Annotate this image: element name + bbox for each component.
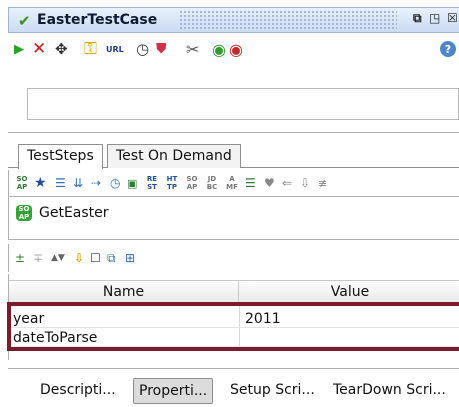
maximize-icon[interactable]: ◳ bbox=[429, 11, 440, 25]
tab-test-on-demand[interactable]: Test On Demand bbox=[107, 144, 241, 168]
checkmark-icon: ✔ bbox=[18, 12, 31, 30]
load-icon[interactable]: ⊞ bbox=[125, 250, 135, 266]
test-steps-toolbar: SO AP ★ ☰ ⇊ ⇢ ◷ ▣ RE ST HT TP SO AP JD B… bbox=[8, 170, 459, 196]
tab-test-steps[interactable]: TestSteps bbox=[18, 144, 103, 169]
test-steps-list: SO AP GetEaster bbox=[8, 196, 459, 240]
soapui-stop-icon[interactable]: ◉ bbox=[229, 39, 243, 59]
sort-icon[interactable]: ☐ bbox=[90, 250, 101, 266]
url-icon[interactable]: URL bbox=[106, 39, 124, 59]
soapui-start-icon[interactable]: ◉ bbox=[212, 39, 226, 59]
jdbc-icon[interactable]: JD BC bbox=[206, 175, 218, 191]
tab-setup-script[interactable]: Setup Scri... bbox=[225, 378, 320, 404]
list-icon[interactable]: ☰ bbox=[55, 175, 66, 191]
run-icon[interactable]: ▶ bbox=[14, 39, 24, 59]
help-icon[interactable]: ? bbox=[440, 41, 456, 57]
delay-icon[interactable]: ◷ bbox=[110, 175, 120, 191]
window-title: EasterTestCase bbox=[37, 12, 158, 28]
soap-step-icon: SO AP bbox=[16, 205, 32, 221]
download-icon[interactable]: ⇩ bbox=[300, 175, 310, 191]
clock-icon[interactable]: ◷ bbox=[136, 39, 149, 59]
goto-icon[interactable]: ☰ bbox=[245, 175, 256, 191]
move-up-icon[interactable]: ▲▼ bbox=[51, 250, 65, 266]
description-field[interactable] bbox=[27, 88, 459, 120]
highlight-box bbox=[7, 302, 459, 351]
title-bar: ✔ EasterTestCase ⧉ ◳ ☒ bbox=[8, 7, 459, 33]
test-case-tabs: TestSteps Test On Demand bbox=[8, 140, 459, 169]
star-icon[interactable]: ★ bbox=[34, 175, 47, 191]
add-property-icon[interactable]: ± bbox=[15, 250, 25, 266]
amf-icon[interactable]: A MF bbox=[226, 175, 238, 191]
script-icon[interactable]: ▣ bbox=[127, 175, 137, 191]
remove-property-icon[interactable]: ∓ bbox=[33, 250, 43, 266]
tab-teardown-script[interactable]: TearDown Scri... bbox=[328, 378, 451, 404]
table-header: Name Value bbox=[9, 280, 459, 304]
forward-icon[interactable]: ⇐ bbox=[282, 175, 292, 191]
bottom-tabs: Descripti... Properti... Setup Scri... T… bbox=[8, 368, 459, 407]
manual-icon[interactable]: ≢ bbox=[318, 175, 327, 191]
restore-icon[interactable]: ⧉ bbox=[413, 11, 422, 26]
test-step-label[interactable]: GetEaster bbox=[39, 205, 109, 221]
properties-toolbar: ± ∓ ▲▼ ⇩ ☐ ⧉ ⊞ bbox=[8, 244, 459, 272]
title-bar-grip bbox=[179, 10, 397, 30]
cancel-icon[interactable]: ✕ bbox=[32, 39, 46, 59]
column-header-name[interactable]: Name bbox=[9, 281, 239, 303]
key-icon[interactable]: ⚿ bbox=[84, 39, 97, 59]
rest-icon[interactable]: RE ST bbox=[146, 175, 158, 191]
tab-description[interactable]: Descripti... bbox=[35, 378, 121, 404]
shield-icon[interactable]: ⛊ bbox=[156, 39, 167, 59]
options-icon[interactable]: ✥ bbox=[55, 39, 68, 59]
divider bbox=[8, 132, 459, 133]
tab-properties[interactable]: Properti... bbox=[133, 378, 214, 404]
move-down-icon[interactable]: ⇩ bbox=[74, 250, 84, 266]
import-icon[interactable]: ⇊ bbox=[73, 175, 83, 191]
main-toolbar: ▶ ✕ ✥ ⚿ URL ◷ ⛊ ✂ ◉ ◉ ? bbox=[8, 34, 459, 64]
clear-icon[interactable]: ⧉ bbox=[107, 250, 116, 266]
close-icon[interactable]: ☒ bbox=[447, 11, 458, 25]
mock-icon[interactable]: ♥ bbox=[264, 175, 275, 191]
column-header-value[interactable]: Value bbox=[240, 281, 459, 303]
soap-request-icon[interactable]: SO AP bbox=[16, 175, 28, 191]
soap-icon[interactable]: SO AP bbox=[186, 175, 198, 191]
transfer-icon[interactable]: ⇢ bbox=[91, 175, 101, 191]
http-icon[interactable]: HT TP bbox=[166, 175, 178, 191]
tools-icon[interactable]: ✂ bbox=[186, 39, 199, 59]
